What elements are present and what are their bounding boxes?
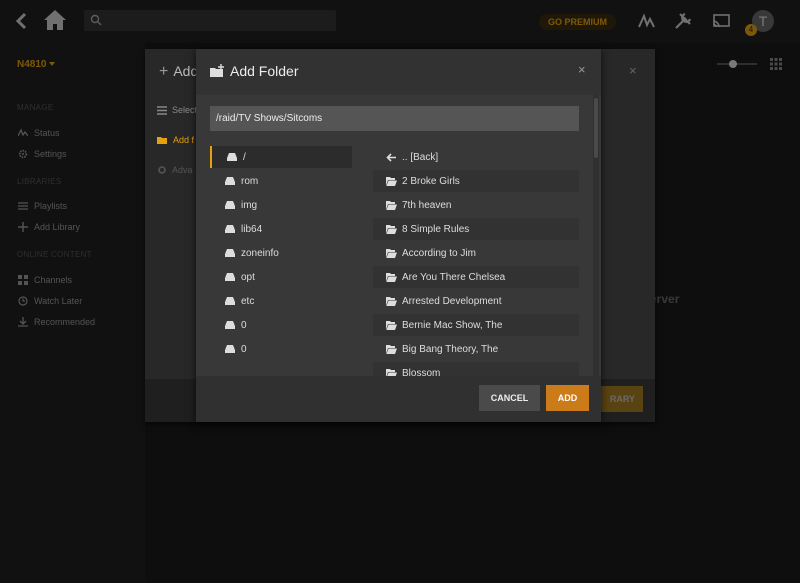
gear-icon	[158, 166, 166, 174]
drive-icon	[225, 273, 235, 281]
directory-list: .. [Back] 2 Broke Girls 7th heaven 8 Sim…	[373, 146, 579, 376]
scrollbar-thumb[interactable]	[594, 98, 598, 158]
modal-body: / rom img lib64 zoneinfo opt	[196, 95, 601, 376]
step-advanced[interactable]: Adva	[157, 165, 193, 175]
root-item[interactable]: lib64	[210, 218, 352, 240]
step-add-folders[interactable]: Add f	[157, 135, 194, 145]
close-icon[interactable]: ×	[629, 63, 637, 78]
folder-open-icon	[386, 369, 397, 376]
add-button[interactable]: ADD	[546, 385, 589, 411]
directory-item[interactable]: Blossom	[373, 362, 579, 376]
drive-icon	[225, 177, 235, 185]
drive-icon	[225, 345, 235, 353]
folder-open-icon	[386, 225, 397, 234]
drive-icon	[225, 225, 235, 233]
directory-item[interactable]: Arrested Development	[373, 290, 579, 312]
folder-open-icon	[386, 201, 397, 210]
modal-footer: CANCEL ADD	[196, 376, 601, 422]
root-item[interactable]: 0	[210, 314, 352, 336]
root-item[interactable]: opt	[210, 266, 352, 288]
drive-icon	[225, 297, 235, 305]
root-item[interactable]: img	[210, 194, 352, 216]
add-library-title: + Add	[159, 63, 199, 80]
root-item[interactable]: 0	[210, 338, 352, 360]
directory-item[interactable]: Bernie Mac Show, The	[373, 314, 579, 336]
root-item[interactable]: zoneinfo	[210, 242, 352, 264]
root-item[interactable]: rom	[210, 170, 352, 192]
modal-title: Add Folder	[230, 63, 299, 79]
folder-open-icon	[386, 273, 397, 282]
directory-item[interactable]: 7th heaven	[373, 194, 579, 216]
drive-icon	[225, 321, 235, 329]
directory-item[interactable]: Are You There Chelsea	[373, 266, 579, 288]
folder-open-icon	[386, 321, 397, 330]
cancel-button[interactable]: CANCEL	[479, 385, 540, 411]
folder-open-icon	[386, 177, 397, 186]
folder-open-icon	[386, 345, 397, 354]
step-select[interactable]: Select	[157, 105, 197, 115]
folder-plus-icon	[210, 64, 224, 77]
add-folder-modal: Add Folder × / rom img lib64	[196, 49, 601, 422]
stack-icon	[157, 105, 167, 115]
arrow-left-icon	[386, 153, 396, 162]
drive-icon	[225, 201, 235, 209]
directory-item[interactable]: According to Jim	[373, 242, 579, 264]
directory-item[interactable]: 2 Broke Girls	[373, 170, 579, 192]
drive-icon	[225, 249, 235, 257]
root-item[interactable]: etc	[210, 290, 352, 312]
modal-scrollbar[interactable]	[593, 95, 599, 376]
folder-open-icon	[386, 297, 397, 306]
modal-header: Add Folder ×	[196, 49, 601, 95]
close-icon[interactable]: ×	[578, 62, 586, 77]
back-item[interactable]: .. [Back]	[373, 146, 579, 168]
folder-open-icon	[157, 136, 167, 144]
root-item[interactable]: /	[210, 146, 352, 168]
folder-open-icon	[386, 249, 397, 258]
directory-item[interactable]: 8 Simple Rules	[373, 218, 579, 240]
directory-item[interactable]: Big Bang Theory, The	[373, 338, 579, 360]
drive-icon	[227, 153, 237, 161]
plus-icon: +	[159, 63, 169, 80]
folder-path-input[interactable]	[210, 106, 579, 131]
